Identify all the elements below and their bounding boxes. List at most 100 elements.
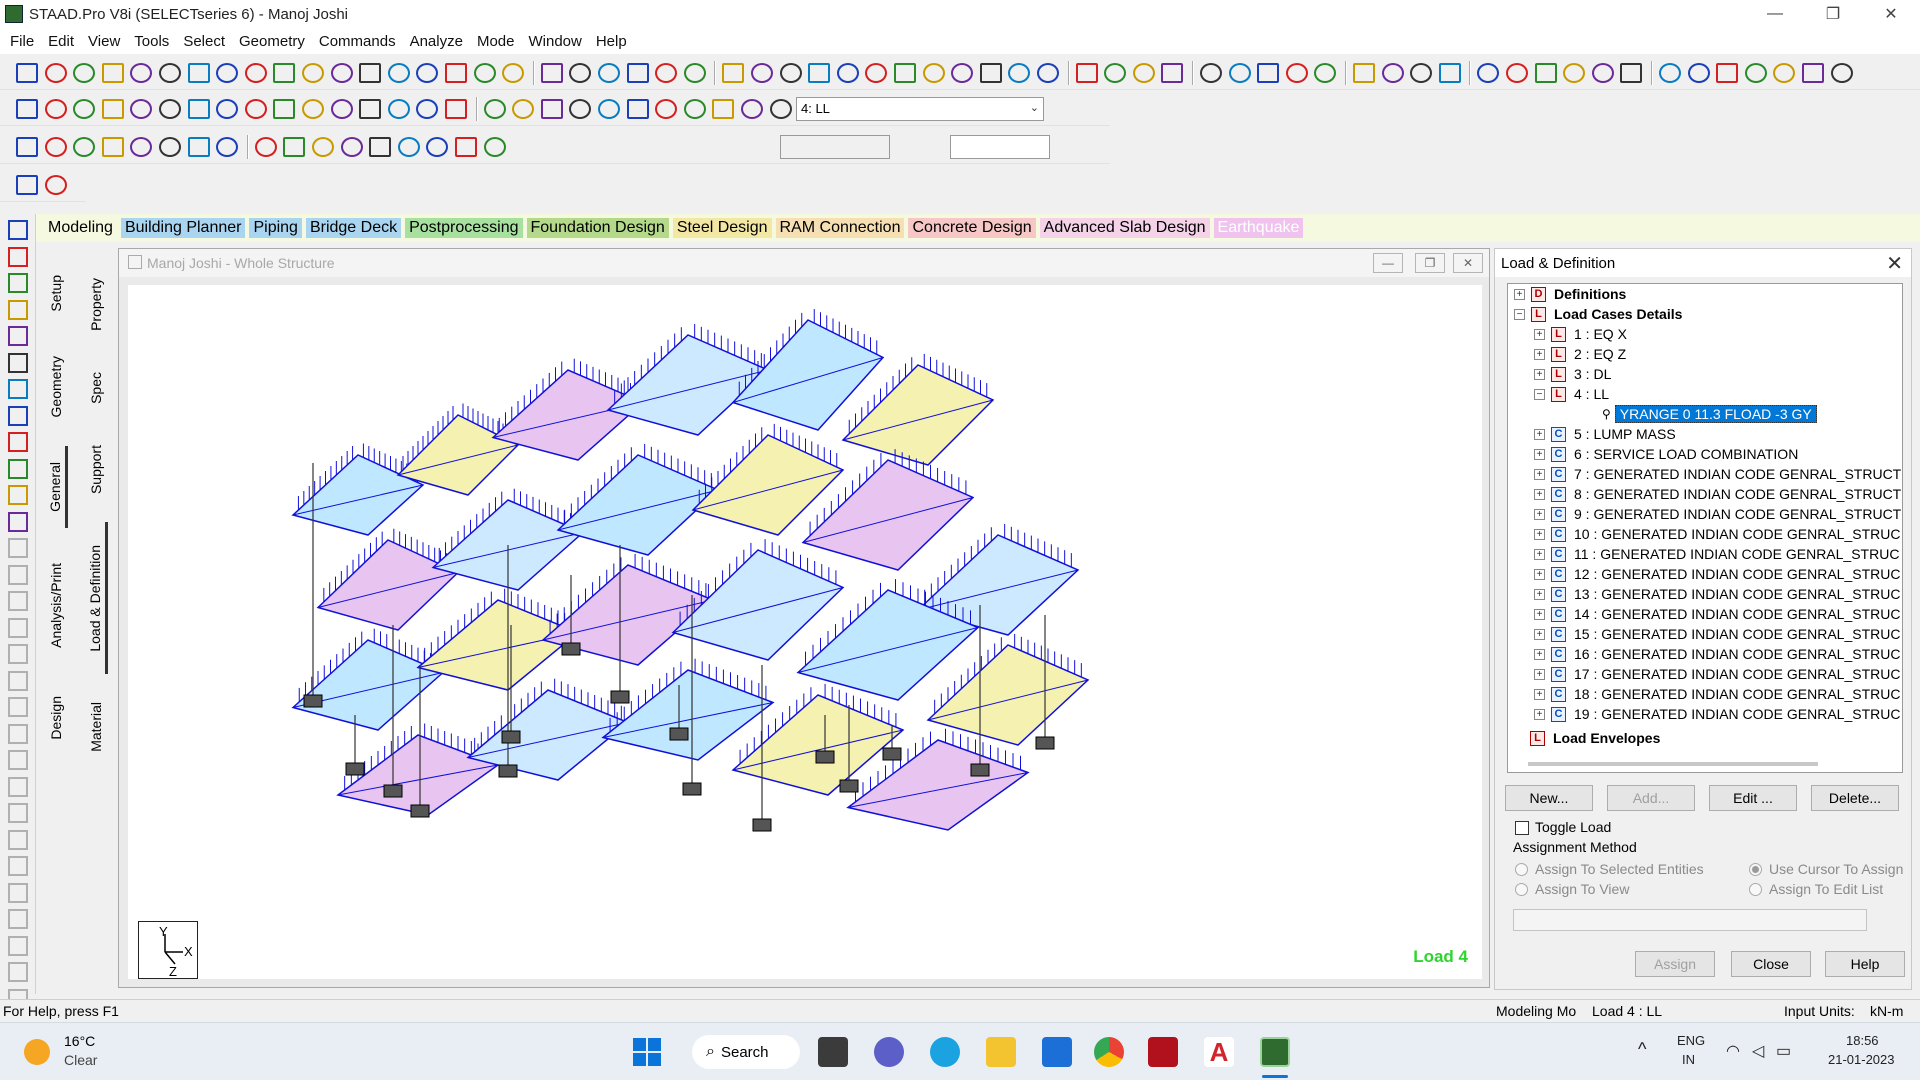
side-tool-icon[interactable]	[8, 670, 28, 691]
toolbar-tool-icon[interactable]	[655, 63, 678, 83]
toolbar-tool-icon[interactable]	[416, 99, 439, 119]
toolbar-tool-icon[interactable]	[683, 63, 706, 83]
menu-geometry[interactable]: Geometry	[233, 33, 313, 50]
toolbar-tool-icon[interactable]	[187, 63, 210, 83]
staad-taskbar-icon[interactable]	[1260, 1037, 1290, 1067]
help-button[interactable]: Help	[1825, 951, 1905, 977]
toolbar-tool-icon[interactable]	[1132, 63, 1155, 83]
clock-date[interactable]: 21-01-2023	[1828, 1052, 1895, 1067]
toolbar-tool-icon[interactable]	[44, 99, 67, 119]
toolbar-tool-icon[interactable]	[483, 99, 506, 119]
side-tool-icon[interactable]	[8, 697, 28, 717]
slab-panel[interactable]	[841, 364, 995, 466]
toolbar-tool-icon[interactable]	[540, 63, 563, 83]
weather-moon-icon[interactable]	[24, 1039, 50, 1065]
slab-panel[interactable]	[556, 454, 720, 556]
fixed-support-icon[interactable]	[498, 764, 518, 778]
toolbar-tool-icon[interactable]	[979, 63, 1002, 83]
collapse-icon[interactable]: −	[1514, 308, 1525, 320]
side-tool-icon[interactable]	[8, 723, 28, 744]
toolbar-tool-icon[interactable]	[455, 137, 477, 157]
tree-node-load-case[interactable]: + C 12 : GENERATED INDIAN CODE GENRAL_STRU…	[1534, 564, 1900, 584]
toolbar-tool-icon[interactable]	[502, 63, 525, 83]
toolbar-tool-icon[interactable]	[1104, 63, 1127, 83]
expand-icon[interactable]: +	[1534, 348, 1545, 360]
toolbar-tool-icon[interactable]	[273, 63, 296, 83]
mode-tab-modeling[interactable]: Modeling	[44, 218, 117, 238]
side-tool-icon[interactable]	[8, 326, 28, 346]
toolbar-tool-icon[interactable]	[216, 99, 239, 119]
toolbar-tool-icon[interactable]	[483, 137, 506, 157]
tree-node-load-case[interactable]: + C 16 : GENERATED INDIAN CODE GENRAL_STRU…	[1534, 644, 1900, 664]
mode-tab-postprocessing[interactable]: Postprocessing	[405, 218, 523, 238]
side-tool-icon[interactable]	[8, 750, 28, 770]
toolbar-tool-icon[interactable]	[16, 63, 38, 83]
toolbar-tool-icon[interactable]	[1037, 63, 1059, 83]
toolbar-tool-icon[interactable]	[302, 99, 324, 119]
toolbar-tool-icon[interactable]	[1687, 63, 1710, 83]
vtab-property[interactable]: Property	[84, 256, 108, 352]
toolbar-tool-icon[interactable]	[1381, 63, 1404, 83]
side-tool-icon[interactable]	[8, 962, 28, 982]
use-cursor-radio[interactable]	[1749, 863, 1762, 876]
tree-node-load-case[interactable]: + C 8 : GENERATED INDIAN CODE GENRAL_STRUC…	[1534, 484, 1901, 504]
toolbar-tool-icon[interactable]	[473, 63, 496, 83]
fixed-support-icon[interactable]	[970, 763, 990, 777]
load-tree[interactable]: + D Definitions − L Load Cases Details +…	[1507, 283, 1903, 773]
expand-icon[interactable]: +	[1534, 448, 1545, 460]
toolbar-tool-icon[interactable]	[512, 99, 535, 119]
expand-icon[interactable]: +	[1534, 568, 1545, 580]
expand-icon[interactable]: +	[1534, 648, 1545, 660]
vtab-geometry[interactable]: Geometry	[44, 342, 68, 432]
toolbar-tool-icon[interactable]	[159, 63, 181, 83]
expand-icon[interactable]: +	[1534, 468, 1545, 480]
toolbar-tool-icon[interactable]	[44, 63, 67, 83]
side-tool-icon[interactable]	[8, 776, 28, 797]
toolbar-tool-icon[interactable]	[445, 99, 467, 119]
expand-icon[interactable]: +	[1534, 488, 1545, 500]
toolbar-tool-icon[interactable]	[16, 175, 38, 195]
structure-model-drawing[interactable]	[128, 285, 1482, 979]
toolbar-tool-icon[interactable]	[359, 63, 382, 83]
close-panel-button[interactable]: Close	[1731, 951, 1811, 977]
side-tool-icon[interactable]	[8, 511, 28, 532]
toolbar-tool-icon[interactable]	[894, 63, 916, 83]
assign-selected-radio[interactable]	[1515, 863, 1528, 876]
tree-node-selected-load[interactable]: ⚲ YRANGE 0 11.3 FLOAD -3 GY	[1602, 404, 1817, 424]
toolbar-tool-icon[interactable]	[722, 63, 745, 83]
tree-node-load-case[interactable]: + C 19 : GENERATED INDIAN CODE GENRAL_STRU…	[1534, 704, 1900, 724]
toolbar-tool-icon[interactable]	[216, 137, 239, 157]
toolbar-tool-icon[interactable]	[340, 137, 363, 157]
toolbar-tool-icon[interactable]	[712, 99, 735, 119]
tree-node-load-case[interactable]: + C 9 : GENERATED INDIAN CODE GENRAL_STRUC…	[1534, 504, 1901, 524]
chat-icon[interactable]	[874, 1037, 904, 1067]
toolbar-tool-icon[interactable]	[1161, 63, 1184, 83]
toolbar-tool-icon[interactable]	[330, 99, 353, 119]
toolbar-tool-icon[interactable]	[312, 137, 334, 157]
toolbar-tool-icon[interactable]	[1200, 63, 1222, 83]
toolbar-tool-icon[interactable]	[44, 175, 67, 195]
chrome-icon[interactable]	[1094, 1037, 1124, 1067]
slab-panel[interactable]	[926, 644, 1090, 746]
vtab-setup[interactable]: Setup	[44, 258, 68, 328]
tree-node-load-case[interactable]: + C 14 : GENERATED INDIAN CODE GENRAL_STRU…	[1534, 604, 1900, 624]
expand-icon[interactable]: +	[1534, 548, 1545, 560]
side-tool-icon[interactable]	[8, 458, 28, 479]
toolbar-tool-icon[interactable]	[1716, 63, 1739, 83]
menu-help[interactable]: Help	[590, 33, 635, 50]
toolbar-tool-icon[interactable]	[1620, 63, 1643, 83]
toolbar-tool-icon[interactable]	[569, 99, 592, 119]
expand-icon[interactable]: +	[1534, 588, 1545, 600]
toolbar-tool-icon[interactable]	[1506, 63, 1528, 83]
menu-mode[interactable]: Mode	[471, 33, 523, 50]
fixed-support-icon[interactable]	[561, 642, 581, 656]
toolbar-tool-icon[interactable]	[779, 63, 802, 83]
toolbar-tool-icon[interactable]	[1008, 63, 1031, 83]
vtab-general[interactable]: General	[44, 446, 68, 528]
fixed-support-icon[interactable]	[345, 762, 365, 776]
toolbar-tool-icon[interactable]	[951, 63, 974, 83]
slab-panel[interactable]	[691, 434, 845, 536]
toolbar-tool-icon[interactable]	[1410, 63, 1433, 83]
menu-tools[interactable]: Tools	[128, 33, 177, 50]
toolbar-tool-icon[interactable]	[1314, 63, 1337, 83]
